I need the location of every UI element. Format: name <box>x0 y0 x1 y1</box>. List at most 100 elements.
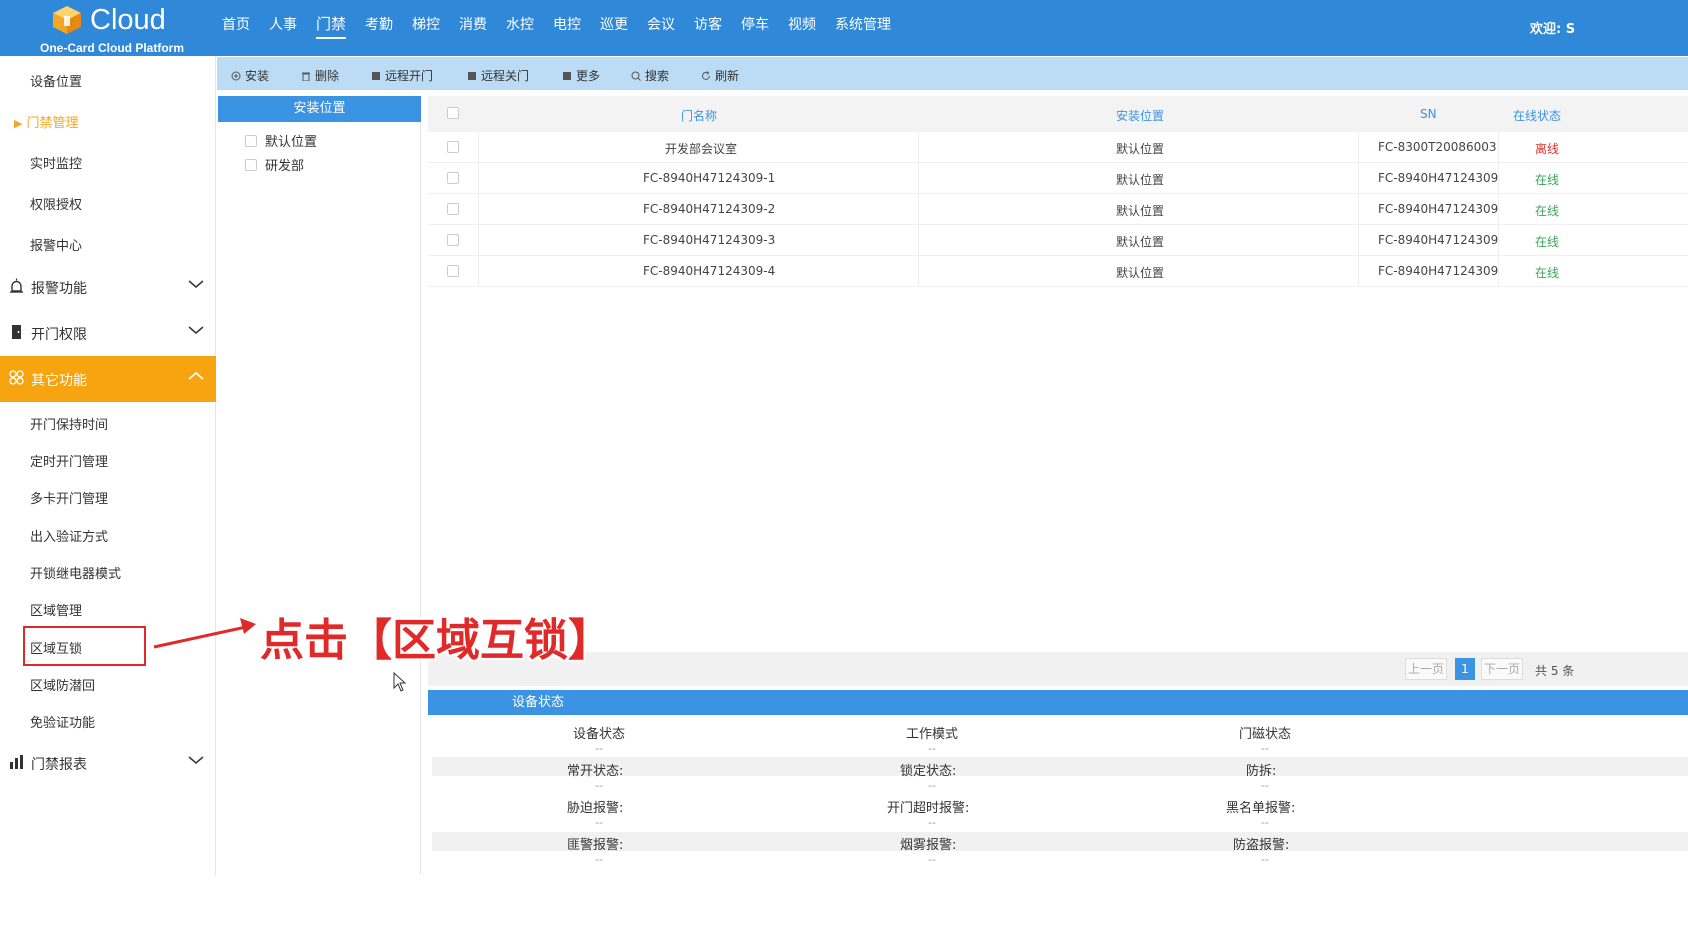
column-online-status[interactable]: 在线状态 <box>1513 107 1561 124</box>
sidebar-group-label: 其它功能 <box>31 373 87 389</box>
sidebar-group-other[interactable]: 其它功能 <box>0 356 216 402</box>
nav-item-power[interactable]: 电控 <box>553 0 581 56</box>
plus-circle-icon <box>231 71 241 81</box>
row-checkbox[interactable] <box>447 203 459 215</box>
status-value: -- <box>1261 742 1269 755</box>
cell-door-name: 开发部会议室 <box>665 142 738 156</box>
sidebar-item-verify-mode[interactable]: 出入验证方式 <box>30 526 108 545</box>
cube-logo-icon <box>53 6 81 34</box>
cell-door-name: FC-8940H47124309-2 <box>643 202 776 216</box>
nav-item-elevator[interactable]: 梯控 <box>412 0 440 56</box>
welcome-text: 欢迎: S <box>1530 22 1576 37</box>
cell-location: 默认位置 <box>1116 204 1165 218</box>
search-icon <box>631 71 641 81</box>
chevron-up-icon <box>188 371 204 380</box>
next-page-button[interactable]: 下一页 <box>1481 658 1523 680</box>
status-value: -- <box>595 742 603 755</box>
nav-item-visitor[interactable]: 访客 <box>694 0 722 56</box>
cell-sn: FC-8300T20086003 <box>1378 140 1497 154</box>
table-row[interactable]: FC-8940H47124309-4 默认位置 FC-8940H47124309… <box>428 256 1688 287</box>
remote-close-button[interactable]: 远程关门 <box>467 67 529 84</box>
nav-item-patrol[interactable]: 巡更 <box>600 0 628 56</box>
select-all-checkbox[interactable] <box>447 107 459 119</box>
table-row[interactable]: FC-8940H47124309-1 默认位置 FC-8940H47124309… <box>428 163 1688 194</box>
nav-item-hr[interactable]: 人事 <box>269 0 297 56</box>
status-value: -- <box>1261 853 1269 866</box>
sidebar-item-area-management[interactable]: 区域管理 <box>30 600 82 619</box>
nav-item-system[interactable]: 系统管理 <box>835 0 891 56</box>
delete-button[interactable]: 删除 <box>301 67 339 84</box>
grid-icon <box>9 370 24 385</box>
sidebar-item-realtime-monitor[interactable]: 实时监控 <box>30 153 82 172</box>
install-button[interactable]: 安装 <box>231 67 269 84</box>
nav-item-parking[interactable]: 停车 <box>741 0 769 56</box>
tree-item-label: 默认位置 <box>265 135 318 150</box>
table-row[interactable]: FC-8940H47124309-2 默认位置 FC-8940H47124309… <box>428 194 1688 225</box>
cell-sn: FC-8940H47124309 <box>1378 233 1499 247</box>
sidebar-item-door-management[interactable]: ▶ 门禁管理 <box>14 112 78 131</box>
annotation-text: 点击【区域互锁】 <box>260 615 612 666</box>
sidebar-group-label: 门禁报表 <box>31 757 87 773</box>
sidebar-item-authorization[interactable]: 权限授权 <box>30 194 82 213</box>
status-label: 工作模式 <box>906 727 959 742</box>
table-row[interactable]: FC-8940H47124309-3 默认位置 FC-8940H47124309… <box>428 225 1688 256</box>
sidebar-item-anti-passback[interactable]: 区域防潜回 <box>30 675 95 694</box>
table-row[interactable]: 开发部会议室 默认位置 FC-8300T20086003 离线 <box>428 132 1688 163</box>
row-checkbox[interactable] <box>447 141 459 153</box>
sidebar-item-verify-free[interactable]: 免验证功能 <box>30 712 95 731</box>
checkbox[interactable] <box>245 158 257 171</box>
cell-status: 在线 <box>1535 266 1560 280</box>
more-button[interactable]: 更多 <box>562 67 600 84</box>
door-close-icon <box>468 72 476 80</box>
arrow-icon <box>153 618 256 649</box>
sidebar-item-relay-mode[interactable]: 开锁继电器模式 <box>30 563 121 582</box>
column-door-name[interactable]: 门名称 <box>681 107 717 124</box>
nav-item-attendance[interactable]: 考勤 <box>365 0 393 56</box>
row-checkbox[interactable] <box>447 172 459 184</box>
checkbox[interactable] <box>245 134 257 147</box>
sidebar-item-scheduled-open[interactable]: 定时开门管理 <box>30 451 108 470</box>
total-count: 共 5 条 <box>1535 664 1575 678</box>
sidebar-group-label: 开门权限 <box>31 327 87 343</box>
nav-item-consumption[interactable]: 消费 <box>459 0 487 56</box>
caret-right-icon: ▶ <box>14 117 23 130</box>
location-tree-panel: 安装位置 默认位置 研发部 <box>218 96 421 874</box>
status-value: -- <box>928 853 936 866</box>
status-label: 匪警报警: <box>567 838 624 853</box>
column-location[interactable]: 安装位置 <box>1116 107 1164 124</box>
nav-item-home[interactable]: 首页 <box>222 0 250 56</box>
nav-item-water[interactable]: 水控 <box>506 0 534 56</box>
app-logo[interactable]: Cloud One-Card Cloud Platform <box>40 2 200 55</box>
status-value: -- <box>595 853 603 866</box>
search-button[interactable]: 搜索 <box>631 67 669 84</box>
tree-item-default-location[interactable]: 默认位置 <box>245 131 317 150</box>
top-header: Cloud One-Card Cloud Platform 首页 人事 门禁 考… <box>0 0 1688 56</box>
tree-item-label: 研发部 <box>265 159 305 174</box>
logo-subtitle: One-Card Cloud Platform <box>40 41 185 55</box>
sidebar-item-door-hold-time[interactable]: 开门保持时间 <box>30 414 108 433</box>
sidebar-group-door-permission[interactable]: 开门权限 <box>0 310 216 356</box>
page-number-button[interactable]: 1 <box>1455 658 1475 680</box>
sidebar-item-device-location[interactable]: 设备位置 <box>30 71 82 90</box>
status-value: -- <box>928 742 936 755</box>
cell-status: 在线 <box>1535 173 1560 187</box>
column-sn[interactable]: SN <box>1420 107 1437 121</box>
alarm-icon <box>10 278 23 293</box>
sidebar-item-alarm-center[interactable]: 报警中心 <box>30 235 82 254</box>
nav-item-meeting[interactable]: 会议 <box>647 0 675 56</box>
row-checkbox[interactable] <box>447 265 459 277</box>
chevron-down-icon <box>188 756 204 764</box>
prev-page-button[interactable]: 上一页 <box>1405 658 1447 680</box>
tree-item-rd-department[interactable]: 研发部 <box>245 155 304 174</box>
nav-item-video[interactable]: 视频 <box>788 0 816 56</box>
sidebar-group-alarm[interactable]: 报警功能 <box>0 264 216 310</box>
install-label: 安装 <box>245 69 270 83</box>
sidebar-item-multi-card-open[interactable]: 多卡开门管理 <box>30 488 108 507</box>
remote-open-button[interactable]: 远程开门 <box>371 67 433 84</box>
refresh-button[interactable]: 刷新 <box>701 67 739 84</box>
status-label: 黑名单报警: <box>1226 801 1296 816</box>
nav-item-access-control[interactable]: 门禁 <box>316 0 347 39</box>
row-checkbox[interactable] <box>447 234 459 246</box>
door-grid: 门名称 安装位置 SN 在线状态 开发部会议室 默认位置 FC-8300T200… <box>428 96 1688 287</box>
sidebar-group-report[interactable]: 门禁报表 <box>0 740 216 786</box>
